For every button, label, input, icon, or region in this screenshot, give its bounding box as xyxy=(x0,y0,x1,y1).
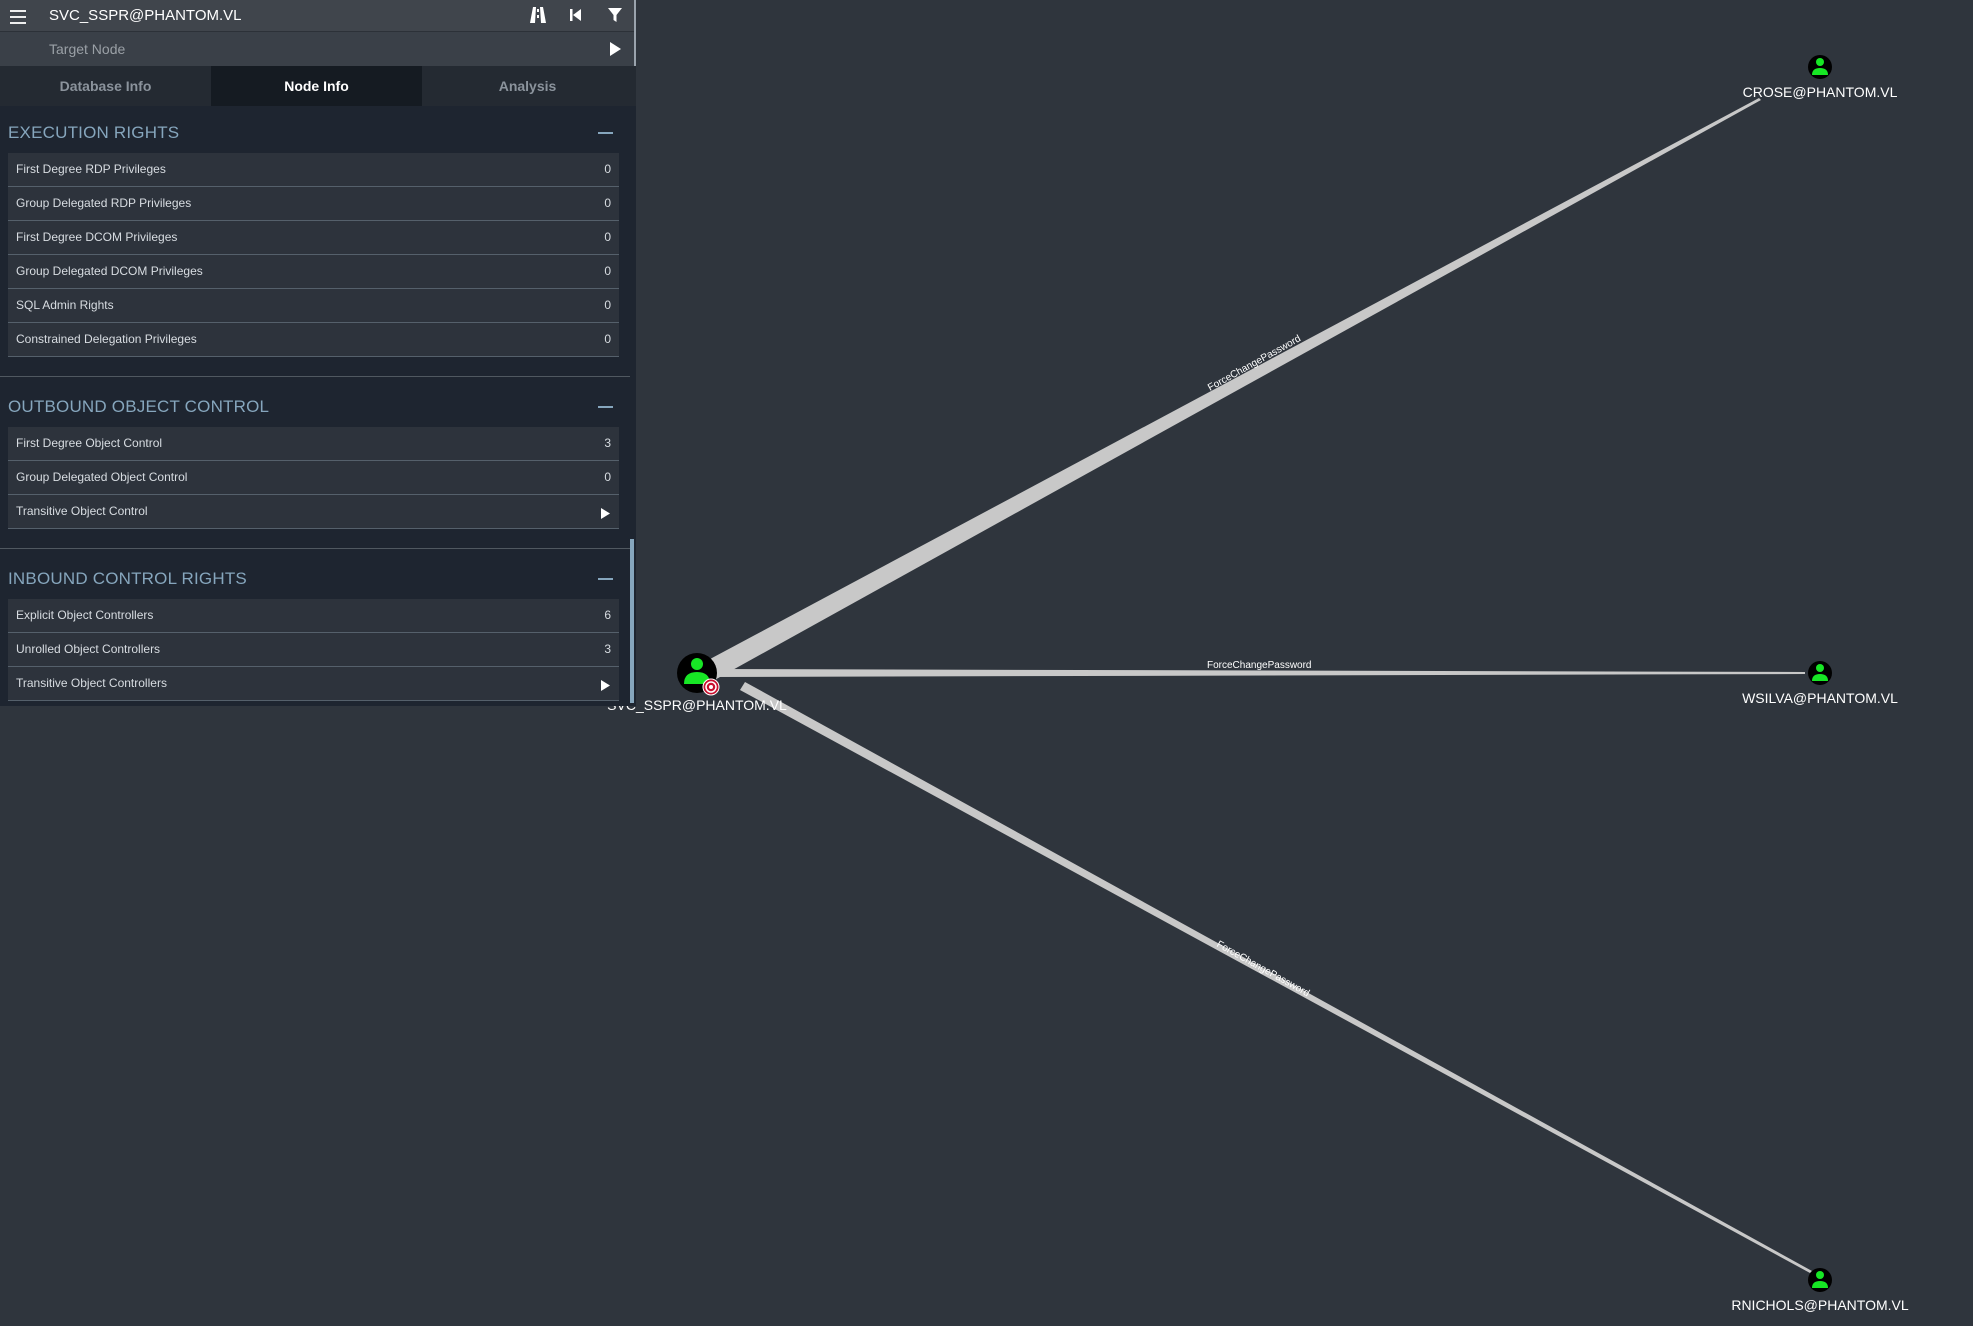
list-item-label: Group Delegated DCOM Privileges xyxy=(16,264,203,278)
edge-label-wsilva: ForceChangePassword xyxy=(1207,660,1312,671)
list-item[interactable]: Transitive Object Controllers xyxy=(8,667,619,701)
list-item-count: 0 xyxy=(604,298,611,312)
search-bar: SVC_SSPR@PHANTOM.VL xyxy=(0,0,636,31)
selected-node-title[interactable]: SVC_SSPR@PHANTOM.VL xyxy=(49,7,242,24)
node-rnichols[interactable] xyxy=(1808,1268,1832,1292)
section-title-inbound-control-rights[interactable]: INBOUND CONTROL RIGHTS xyxy=(8,569,247,589)
list-item-count: 3 xyxy=(604,436,611,450)
list-item-label: SQL Admin Rights xyxy=(16,298,114,312)
list-item-label: First Degree DCOM Privileges xyxy=(16,230,178,244)
list-item-count: 3 xyxy=(604,642,611,656)
collapse-icon[interactable] xyxy=(598,578,613,580)
list-item-label: First Degree Object Control xyxy=(16,436,163,450)
list-item[interactable]: Group Delegated Object Control 0 xyxy=(8,461,619,495)
edge-label-rnichols: ForceChangePassword xyxy=(1215,939,1312,999)
play-icon[interactable] xyxy=(600,678,610,696)
node-label-rnichols: RNICHOLS@PHANTOM.VL xyxy=(1731,1297,1909,1313)
collapse-icon[interactable] xyxy=(598,132,613,134)
target-icon xyxy=(702,678,720,696)
node-crose[interactable] xyxy=(1808,55,1832,79)
list-item[interactable]: Transitive Object Control xyxy=(8,495,619,529)
section-divider xyxy=(0,548,630,549)
list-item[interactable]: SQL Admin Rights 0 xyxy=(8,289,619,323)
list-item-label: First Degree RDP Privileges xyxy=(16,162,166,176)
list-item-label: Constrained Delegation Privileges xyxy=(16,332,197,346)
list-item[interactable]: First Degree RDP Privileges 0 xyxy=(8,153,619,187)
hamburger-icon[interactable] xyxy=(10,6,26,24)
list-item-label: Transitive Object Controllers xyxy=(16,676,167,690)
target-node-row: Target Node xyxy=(0,31,636,66)
list-item[interactable]: Constrained Delegation Privileges 0 xyxy=(8,323,619,357)
tab-database-info[interactable]: Database Info xyxy=(0,66,211,106)
node-label-crose: CROSE@PHANTOM.VL xyxy=(1743,84,1898,100)
skip-back-icon[interactable] xyxy=(565,5,587,25)
list-item-label: Group Delegated RDP Privileges xyxy=(16,196,192,210)
list-item-count: 0 xyxy=(604,230,611,244)
edge-to-crose[interactable] xyxy=(697,98,1761,682)
list-item[interactable]: First Degree Object Control 3 xyxy=(8,427,619,461)
node-label-wsilva: WSILVA@PHANTOM.VL xyxy=(1742,690,1898,706)
list-item[interactable]: Group Delegated DCOM Privileges 0 xyxy=(8,255,619,289)
tab-analysis[interactable]: Analysis xyxy=(422,66,633,106)
list-item-label: Unrolled Object Controllers xyxy=(16,642,161,656)
list-item-count: 0 xyxy=(604,196,611,210)
list-item-count: 0 xyxy=(604,162,611,176)
list-item-count: 0 xyxy=(604,470,611,484)
panel-tabs: Database Info Node Info Analysis xyxy=(0,66,636,106)
road-icon[interactable] xyxy=(527,5,549,25)
node-info-panel: SVC_SSPR@PHANTOM.VL Target Node Database… xyxy=(0,0,636,706)
tab-node-info[interactable]: Node Info xyxy=(211,66,422,106)
target-node-input[interactable]: Target Node xyxy=(49,41,125,57)
list-item[interactable]: Group Delegated RDP Privileges 0 xyxy=(8,187,619,221)
section-title-outbound-object-control[interactable]: OUTBOUND OBJECT CONTROL xyxy=(8,397,269,417)
play-icon[interactable] xyxy=(607,41,623,62)
list-item-label: Explicit Object Controllers xyxy=(16,608,154,622)
filter-icon[interactable] xyxy=(604,5,626,25)
list-item-count: 0 xyxy=(604,264,611,278)
list-item-count: 0 xyxy=(604,332,611,346)
panel-scrollbar[interactable] xyxy=(630,539,634,703)
list-item-count: 6 xyxy=(604,608,611,622)
section-divider xyxy=(0,376,630,377)
collapse-icon[interactable] xyxy=(598,406,613,408)
node-wsilva[interactable] xyxy=(1808,661,1832,685)
edge-label-crose: ForceChangePassword xyxy=(1206,333,1303,393)
panel-divider xyxy=(634,0,636,66)
section-title-execution-rights[interactable]: EXECUTION RIGHTS xyxy=(8,123,179,143)
list-item-label: Group Delegated Object Control xyxy=(16,470,188,484)
list-item[interactable]: Unrolled Object Controllers 3 xyxy=(8,633,619,667)
play-icon[interactable] xyxy=(600,506,610,524)
list-item[interactable]: First Degree DCOM Privileges 0 xyxy=(8,221,619,255)
list-item-label: Transitive Object Control xyxy=(16,504,148,518)
list-item[interactable]: Explicit Object Controllers 6 xyxy=(8,599,619,633)
